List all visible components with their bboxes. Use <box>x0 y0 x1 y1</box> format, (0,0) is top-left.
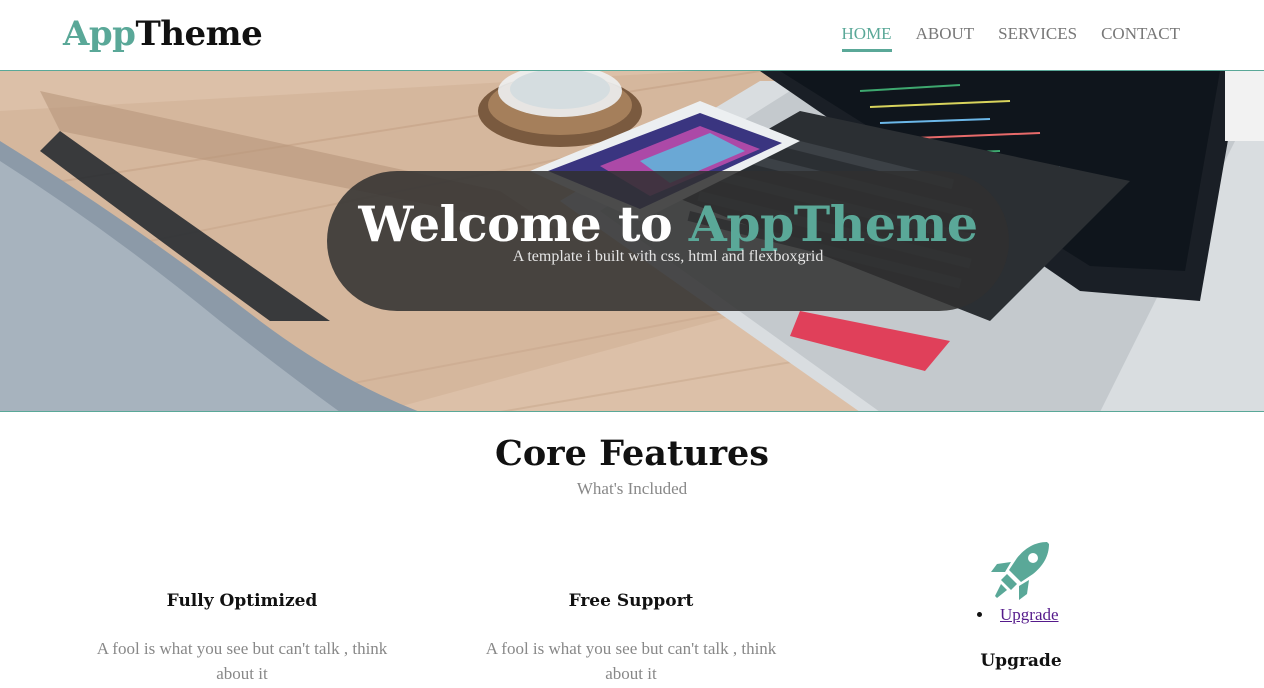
main-nav: HOME ABOUT SERVICES CONTACT <box>841 23 1180 52</box>
nav-contact[interactable]: CONTACT <box>1101 23 1180 52</box>
hero-overlay: Welcome to AppTheme A template i built w… <box>327 171 1009 311</box>
bullet-icon <box>977 611 982 617</box>
feature-text: A fool is what you see but can't talk , … <box>96 639 388 683</box>
nav-services[interactable]: SERVICES <box>998 23 1077 52</box>
upgrade-list: Upgrade <box>856 604 1186 630</box>
site-logo[interactable]: AppTheme <box>63 12 263 56</box>
logo-text: Theme <box>135 14 263 54</box>
hero-title-prefix: Welcome to <box>358 195 673 253</box>
nav-home[interactable]: HOME <box>841 23 892 52</box>
feature-card-upgrade: Upgrade Upgrade <box>856 540 1186 672</box>
hero-title-accent: AppTheme <box>688 195 978 253</box>
hero-banner: Welcome to AppTheme A template i built w… <box>0 71 1264 412</box>
features-subtitle: What's Included <box>576 479 688 498</box>
site-header: AppTheme HOME ABOUT SERVICES CONTACT <box>0 0 1264 71</box>
feature-heading: Fully Optimized <box>166 591 318 611</box>
list-item: Upgrade <box>977 604 1059 626</box>
upgrade-link[interactable]: Upgrade <box>1000 605 1059 624</box>
feature-card-optimized: Fully Optimized A fool is what you see b… <box>77 590 407 686</box>
feature-card-support: Free Support A fool is what you see but … <box>466 590 796 686</box>
logo-accent: App <box>63 14 136 54</box>
feature-heading: Free Support <box>568 591 694 611</box>
hero-title: Welcome to AppTheme <box>327 195 1009 253</box>
nav-about[interactable]: ABOUT <box>916 23 975 52</box>
feature-heading: Upgrade <box>980 651 1062 671</box>
features-title: Core Features <box>494 433 769 474</box>
feature-text: A fool is what you see but can't talk , … <box>485 639 777 683</box>
rocket-icon <box>991 542 1049 600</box>
